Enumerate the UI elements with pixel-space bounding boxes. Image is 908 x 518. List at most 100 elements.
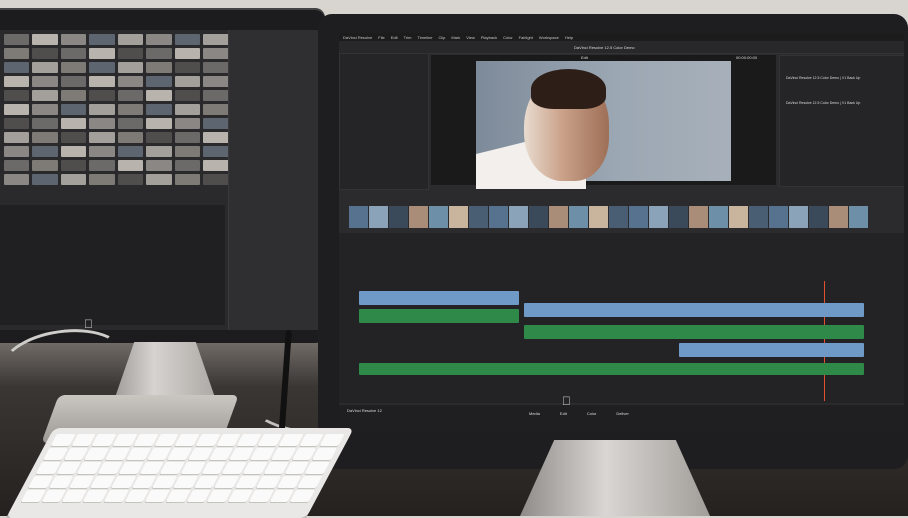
thumbnail <box>174 90 201 101</box>
thumbnail <box>89 160 115 171</box>
thumbnail <box>32 118 58 129</box>
metadata-item-2: DaVinci Resolve 12.5 Color Demo | V1 Bac… <box>786 101 861 105</box>
page-tab[interactable]: Color <box>587 411 597 416</box>
thumbnail <box>203 90 229 101</box>
thumbnail <box>60 118 87 129</box>
menu-item[interactable]: Edit <box>391 35 398 40</box>
page-tabs: DaVinci Resolve 12 Media Edit Color Deliver <box>339 405 904 431</box>
menu-item[interactable]: Playback <box>481 35 497 40</box>
page-tab[interactable]: Media <box>529 411 540 416</box>
thumbnail <box>146 118 172 129</box>
thumbnail <box>89 174 115 185</box>
thumbnail <box>32 160 58 171</box>
inspector-panel <box>228 30 319 330</box>
clip-thumbnail-strip <box>349 206 869 228</box>
page-tab[interactable]: Deliver <box>616 411 628 416</box>
menu-item[interactable]: Mark <box>451 35 460 40</box>
thumbnail <box>60 174 87 185</box>
thumbnail <box>32 62 58 73</box>
thumbnail <box>4 104 30 115</box>
clip-thumbnail <box>509 206 528 228</box>
thumbnail <box>146 160 172 171</box>
clip-thumbnail <box>429 206 448 228</box>
thumbnail <box>60 90 87 101</box>
menu-item[interactable]: Workspace <box>539 35 559 40</box>
keyboard <box>6 428 354 518</box>
thumbnail <box>174 132 201 143</box>
timecode: 00:00:00:00 <box>736 55 758 60</box>
thumbnail <box>203 34 229 45</box>
thumbnail <box>146 34 172 45</box>
thumbnail <box>4 76 30 87</box>
thumbnail <box>89 76 115 87</box>
thumbnail <box>117 76 144 87</box>
thumbnail <box>203 174 229 185</box>
menu-item[interactable]: Timeline <box>418 35 433 40</box>
audio-clip <box>524 325 864 339</box>
clip-thumbnail <box>729 206 748 228</box>
thumbnail <box>146 62 172 73</box>
thumbnail <box>146 76 172 87</box>
clip-thumbnail <box>849 206 868 228</box>
thumbnail <box>117 104 144 115</box>
thumbnail <box>4 132 30 143</box>
menu-item[interactable]: Fairlight <box>519 35 533 40</box>
thumbnail <box>146 90 172 101</box>
thumbnail <box>32 34 58 45</box>
clip-thumbnail <box>469 206 488 228</box>
clip-thumbnail <box>769 206 788 228</box>
thumbnail <box>4 48 30 59</box>
thumbnail <box>89 48 115 59</box>
thumbnail <box>174 48 201 59</box>
left-screen-media-pool <box>0 30 319 330</box>
thumbnail <box>4 174 30 185</box>
window-title: DaVinci Resolve 12.5 Color Demo <box>574 45 635 50</box>
thumbnail <box>117 34 144 45</box>
thumbnail <box>174 104 201 115</box>
key <box>319 434 345 446</box>
key <box>304 462 330 474</box>
apple-logo-icon:  <box>562 394 571 408</box>
clip-thumbnail <box>589 206 608 228</box>
thumbnail <box>32 132 58 143</box>
viewer-title: Edit <box>581 55 588 60</box>
thumbnail <box>4 34 30 45</box>
page-tab[interactable]: Edit <box>560 411 567 416</box>
viewer: Edit 00:00:00:00 <box>431 55 776 189</box>
thumbnail <box>203 132 229 143</box>
menu-item[interactable]: Trim <box>404 35 412 40</box>
menu-item[interactable]: DaVinci Resolve <box>343 35 372 40</box>
menu-item[interactable]: Help <box>565 35 573 40</box>
thumbnail <box>117 62 144 73</box>
thumbnail <box>89 104 115 115</box>
thumbnail <box>4 118 30 129</box>
thumbnail <box>174 76 201 87</box>
thumbnail <box>60 132 87 143</box>
clip-thumbnail <box>649 206 668 228</box>
thumbnail <box>203 48 229 59</box>
thumbnail <box>146 48 172 59</box>
thumbnail <box>117 48 144 59</box>
thumbnail <box>60 104 87 115</box>
menu-item[interactable]: Clip <box>438 35 445 40</box>
clip-thumbnail <box>749 206 768 228</box>
menu-item[interactable]: Color <box>503 35 513 40</box>
effects-panel <box>339 53 429 190</box>
thumbnail <box>32 76 58 87</box>
menu-item[interactable]: File <box>378 35 384 40</box>
clip-thumbnail <box>369 206 388 228</box>
thumbnail <box>4 62 30 73</box>
audio-clip <box>359 309 519 323</box>
thumbnail <box>174 160 201 171</box>
playhead <box>824 281 825 401</box>
thumbnail <box>60 62 87 73</box>
thumbnail <box>60 48 87 59</box>
thumbnail <box>117 160 144 171</box>
thumbnail <box>146 146 172 157</box>
menu-item[interactable]: View <box>466 35 475 40</box>
thumbnail <box>89 90 115 101</box>
footer-app-name: DaVinci Resolve 12 <box>347 408 382 413</box>
thumbnail <box>32 90 58 101</box>
thumbnail <box>32 48 58 59</box>
thumbnail <box>203 62 229 73</box>
